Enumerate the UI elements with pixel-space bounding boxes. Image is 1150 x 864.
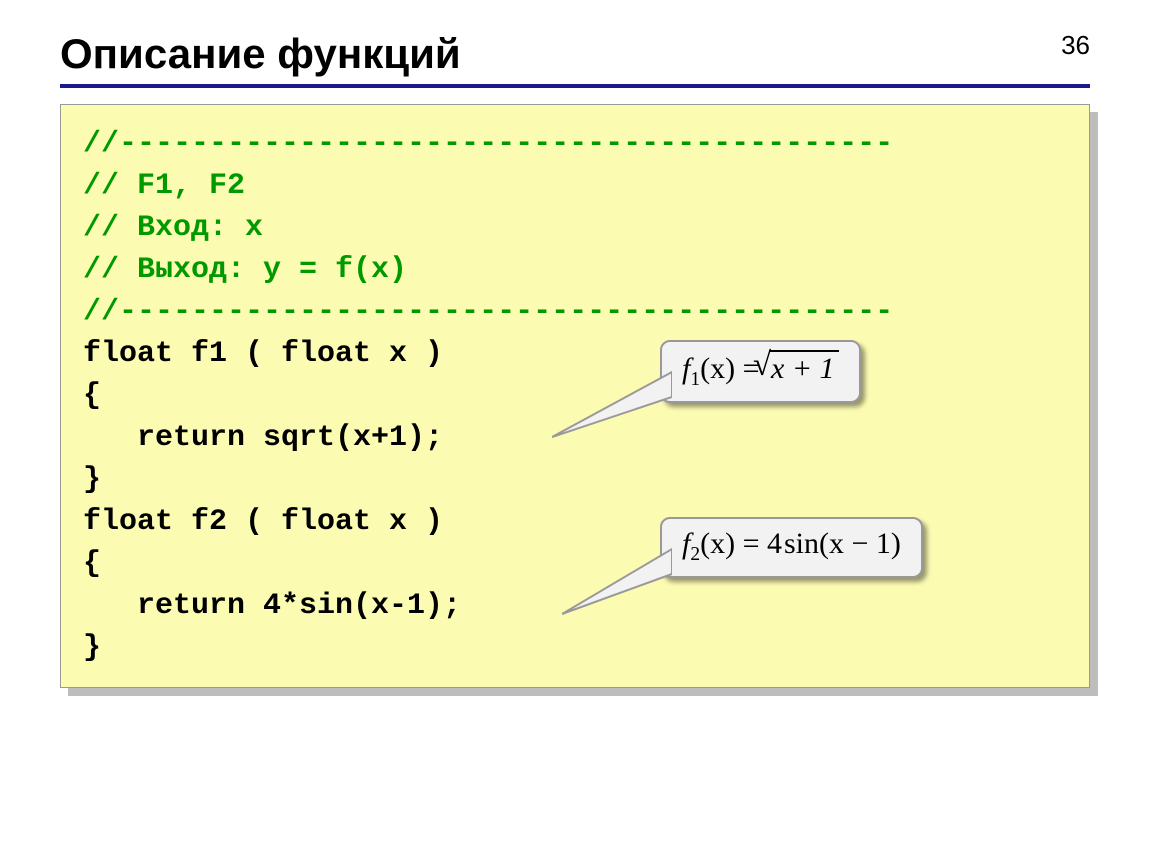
formula-callout-f1: f1(x) = √x + 1 — [660, 340, 861, 403]
formula-sub: 1 — [690, 369, 700, 390]
formula-targ: (x − 1) — [819, 527, 901, 560]
slide: 36 Описание функций //------------------… — [0, 0, 1150, 864]
code-line: { — [83, 547, 101, 581]
code-comment: //--------------------------------------… — [83, 127, 893, 161]
code-line: } — [83, 463, 101, 497]
code-comment: //--------------------------------------… — [83, 295, 893, 329]
code-block-wrapper: //--------------------------------------… — [60, 104, 1090, 688]
formula-arg: (x) — [700, 352, 735, 385]
formula-eq: = — [735, 527, 767, 560]
code-line: return 4*sin(x-1); — [83, 589, 461, 623]
code-line: return sqrt(x+1); — [83, 421, 443, 455]
code-line: { — [83, 379, 101, 413]
callout-pointer-icon — [562, 539, 672, 619]
page-number: 36 — [1061, 30, 1090, 61]
formula-trig: sin — [782, 527, 819, 560]
code-comment: // Вход: x — [83, 211, 263, 245]
formula-sub: 2 — [690, 544, 700, 565]
slide-title: Описание функций — [60, 30, 1090, 78]
formula-coef: 4 — [767, 527, 782, 560]
sqrt-icon: √x + 1 — [767, 350, 839, 386]
formula-radicand: x + 1 — [771, 352, 835, 385]
title-rule — [60, 84, 1090, 88]
callout-pointer-icon — [552, 362, 672, 442]
code-line: } — [83, 631, 101, 665]
formula-callout-f2: f2(x) = 4sin(x − 1) — [660, 517, 923, 578]
code-comment: // Выход: y = f(x) — [83, 253, 407, 287]
code-line: float f1 ( float x ) — [83, 337, 443, 371]
code-line: float f2 ( float x ) — [83, 505, 443, 539]
code-comment: // F1, F2 — [83, 169, 245, 203]
formula-arg: (x) — [700, 527, 735, 560]
